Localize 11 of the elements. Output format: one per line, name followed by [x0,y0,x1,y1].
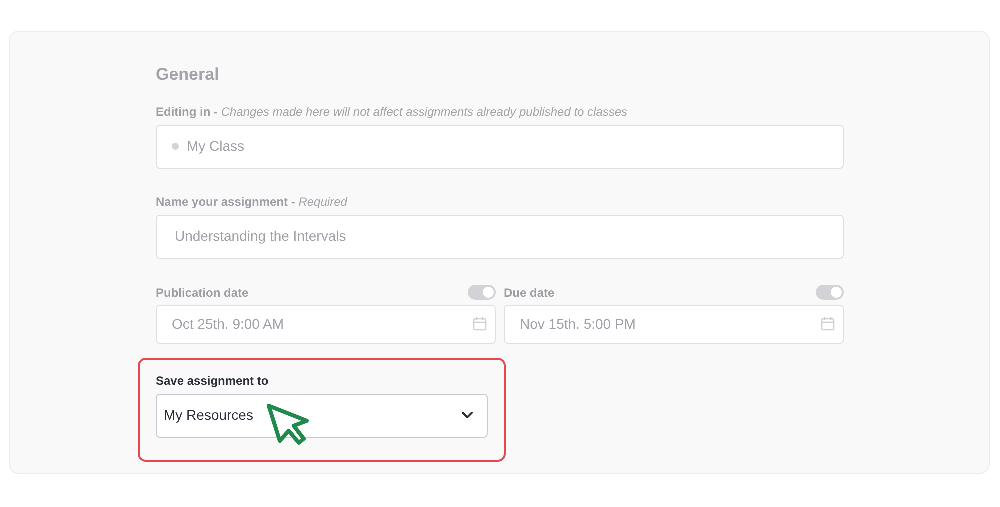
field-label: Publication date [156,284,249,302]
calendar-icon [473,317,487,331]
field-label: Name your assignment - Required [156,194,349,210]
section-title: General [156,64,220,86]
field-label: Editing in - Changes made here will not affect assignments already published to classes [156,104,629,120]
calendar-icon [821,317,835,331]
field-label: Save assignment to [156,372,270,390]
dropdown[interactable]: My Resources [156,394,488,438]
cursor-icon [266,403,312,447]
field-label: Due date [504,284,555,302]
chevron-down-icon [462,412,473,419]
